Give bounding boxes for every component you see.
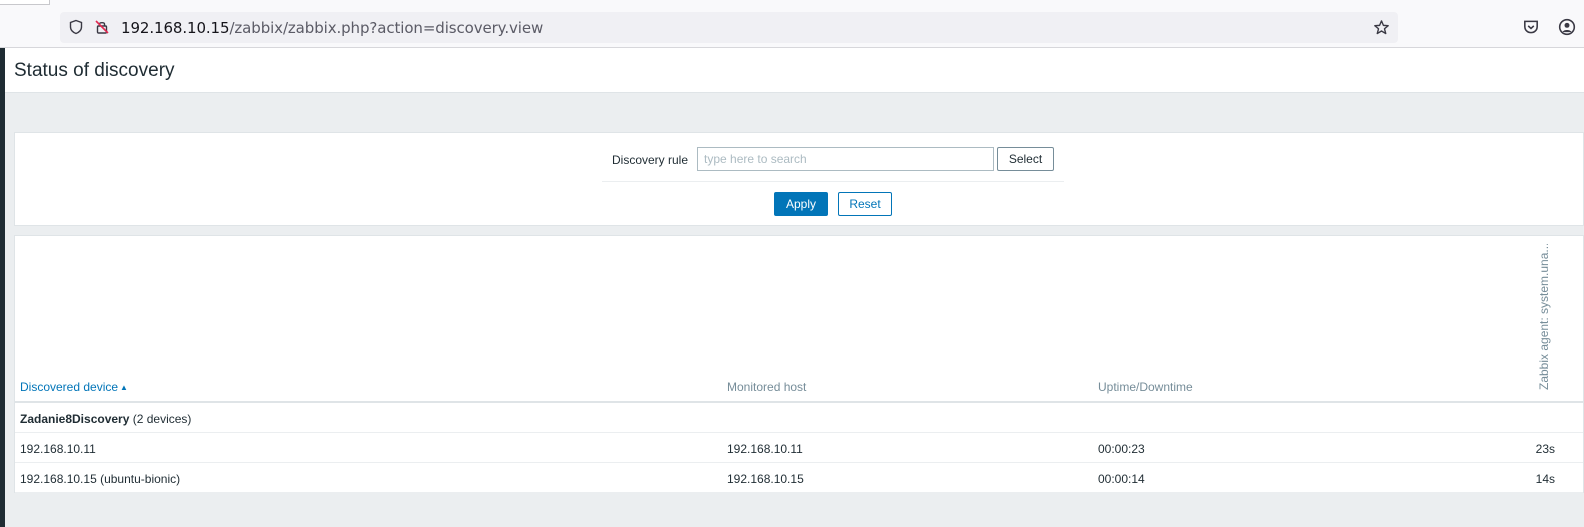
table-row: 192.168.10.11 192.168.10.11 00:00:23 23s — [15, 433, 1583, 463]
group-name: Zadanie8Discovery — [20, 412, 130, 426]
browser-toolbar: 192.168.10.15/zabbix/zabbix.php?action=d… — [0, 0, 1584, 48]
group-row: Zadanie8Discovery (2 devices) — [15, 403, 1583, 433]
discovery-rule-input[interactable] — [697, 147, 994, 171]
apply-button[interactable]: Apply — [774, 192, 828, 216]
device-cell: 192.168.10.11 — [20, 442, 96, 456]
service-cell: 23s — [1535, 442, 1555, 456]
discovery-rule-label: Discovery rule — [612, 153, 689, 167]
sort-asc-icon: ▲ — [120, 383, 128, 392]
bookmark-star-icon[interactable] — [1373, 19, 1389, 35]
url-bar[interactable]: 192.168.10.15/zabbix/zabbix.php?action=d… — [60, 12, 1398, 43]
service-cell: 14s — [1535, 472, 1555, 486]
monitored-host-header: Monitored host — [727, 380, 807, 394]
service-column-header: Zabbix agent: system.una... — [1537, 244, 1551, 390]
uptime-cell: 00:00:23 — [1098, 442, 1145, 456]
page-header: Status of discovery — [5, 48, 1584, 93]
group-label: Zadanie8Discovery (2 devices) — [20, 412, 191, 426]
uptime-downtime-header: Uptime/Downtime — [1098, 380, 1193, 394]
group-count: (2 devices) — [132, 412, 192, 426]
host-cell: 192.168.10.11 — [727, 442, 803, 456]
filter-panel: Discovery rule Select Apply Reset — [14, 132, 1584, 226]
shield-icon[interactable] — [68, 19, 84, 35]
sidebar-edge — [0, 48, 5, 527]
account-icon[interactable] — [1558, 18, 1576, 36]
select-button[interactable]: Select — [997, 147, 1054, 171]
browser-tab-edge[interactable] — [0, 0, 50, 5]
pocket-icon[interactable] — [1522, 18, 1540, 36]
device-cell: 192.168.10.15 (ubuntu-bionic) — [20, 472, 181, 486]
uptime-cell: 00:00:14 — [1098, 472, 1145, 486]
table-row: 192.168.10.15 (ubuntu-bionic) 192.168.10… — [15, 463, 1583, 493]
url-host: 192.168.10.15 — [121, 19, 230, 37]
discovered-device-header-label[interactable]: Discovered device — [20, 380, 118, 394]
discovered-device-header[interactable]: Discovered device ▲ — [20, 380, 128, 394]
host-cell: 192.168.10.15 — [727, 472, 804, 486]
url-path: /zabbix/zabbix.php?action=discovery.view — [229, 19, 544, 37]
reset-button[interactable]: Reset — [838, 192, 892, 216]
filter-divider — [602, 181, 1064, 182]
discovery-table: Discovered device ▲ Monitored host Uptime… — [14, 235, 1584, 493]
page-title: Status of discovery — [14, 60, 175, 81]
insecure-lock-icon[interactable] — [94, 19, 110, 35]
url-text[interactable]: 192.168.10.15/zabbix/zabbix.php?action=d… — [121, 19, 543, 37]
